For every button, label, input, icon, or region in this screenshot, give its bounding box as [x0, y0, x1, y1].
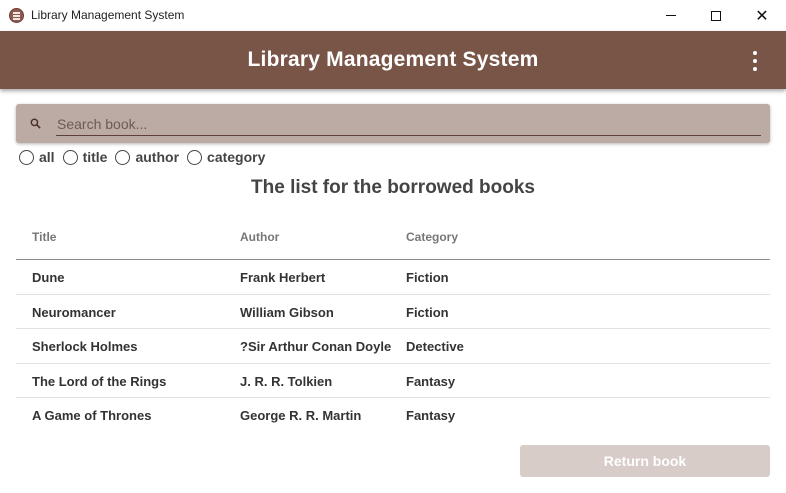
table-row[interactable]: Neuromancer William Gibson Fiction [16, 295, 770, 329]
borrowed-books-table: Title Author Category Dune Frank Herbert… [16, 218, 770, 433]
cell-author: William Gibson [240, 304, 334, 320]
filter-label: all [39, 149, 55, 165]
maximize-button[interactable] [693, 0, 739, 31]
table-row[interactable]: A Game of Thrones George R. R. Martin Fa… [16, 398, 770, 433]
table-header: Title Author Category [16, 218, 770, 260]
search-icon [30, 118, 41, 129]
cell-title: Sherlock Holmes [32, 339, 138, 354]
search-box [16, 104, 770, 143]
minimize-button[interactable] [648, 0, 694, 31]
column-header-category[interactable]: Category [406, 230, 458, 244]
column-header-title[interactable]: Title [32, 230, 56, 244]
more-vert-icon[interactable] [750, 51, 760, 71]
close-button[interactable]: ✕ [739, 0, 785, 31]
cell-author: J. R. R. Tolkien [240, 373, 333, 389]
close-icon: ✕ [755, 7, 769, 25]
cell-title: The Lord of the Rings [32, 373, 167, 389]
minimize-icon [666, 15, 676, 16]
app-icon [9, 8, 24, 23]
radio-circle-icon [187, 149, 203, 165]
cell-category: Fiction [406, 304, 449, 320]
table-row[interactable]: Dune Frank Herbert Fiction [16, 260, 770, 295]
filter-author-radio[interactable]: author [115, 149, 179, 165]
cell-author: ?Sir Arthur Conan Doyle [240, 339, 392, 354]
filter-all-radio[interactable]: all [19, 149, 55, 165]
cell-title: Dune [32, 270, 65, 285]
maximize-icon [711, 10, 721, 21]
search-filter-group: all title author category [19, 147, 273, 167]
return-book-button[interactable]: Return book [520, 445, 770, 477]
filter-category-radio[interactable]: category [187, 149, 265, 165]
search-input[interactable] [56, 112, 761, 136]
cell-category: Fantasy [406, 408, 456, 423]
window-titlebar: Library Management System ✕ [0, 0, 786, 31]
table-row[interactable]: The Lord of the Rings J. R. R. Tolkien F… [16, 364, 770, 398]
cell-title: Neuromancer [32, 304, 116, 320]
radio-circle-icon [19, 149, 34, 165]
cell-author: Frank Herbert [240, 270, 326, 285]
filter-label: category [207, 149, 266, 165]
table-row[interactable]: Sherlock Holmes ?Sir Arthur Conan Doyle … [16, 329, 770, 364]
cell-category: Detective [406, 339, 464, 354]
list-heading: The list for the borrowed books [251, 177, 535, 198]
app-bar: Library Management System [0, 31, 786, 89]
app-bar-title: Library Management System [247, 48, 539, 71]
cell-author: George R. R. Martin [240, 408, 362, 423]
cell-category: Fiction [406, 270, 449, 285]
column-header-author[interactable]: Author [240, 230, 279, 244]
filter-label: title [82, 149, 108, 165]
radio-circle-icon [62, 149, 78, 165]
cell-title: A Game of Thrones [32, 408, 152, 423]
radio-circle-icon [115, 149, 131, 165]
window-title: Library Management System [31, 8, 185, 22]
filter-title-radio[interactable]: title [62, 149, 108, 165]
filter-label: author [135, 149, 180, 165]
cell-category: Fantasy [406, 373, 456, 389]
